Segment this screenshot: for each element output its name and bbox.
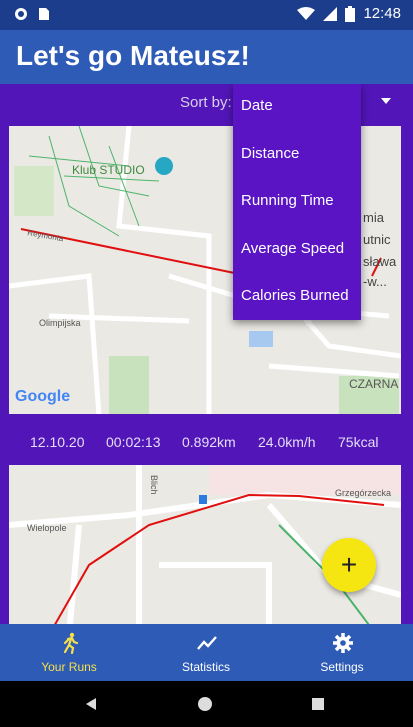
app-bar: Let's go Mateusz! bbox=[0, 30, 413, 84]
run-calories: 75kcal bbox=[338, 434, 379, 450]
sort-option-calories-burned[interactable]: Calories Burned bbox=[241, 287, 349, 304]
recents-icon[interactable] bbox=[311, 697, 325, 711]
page-title: Let's go Mateusz! bbox=[16, 40, 250, 71]
sort-label: Sort by: bbox=[180, 94, 232, 111]
circle-icon bbox=[15, 8, 27, 20]
nav-label: Statistics bbox=[181, 660, 230, 674]
street-label: Blich bbox=[149, 475, 159, 495]
battery-icon bbox=[345, 5, 356, 22]
run-distance: 0.892km bbox=[182, 434, 236, 450]
nav-your-runs[interactable]: Your Runs bbox=[0, 624, 138, 681]
sort-option-average-speed[interactable]: Average Speed bbox=[241, 240, 344, 257]
status-time: 12:48 bbox=[363, 5, 401, 22]
signal-icon bbox=[323, 6, 338, 21]
map-partial-label: sława bbox=[363, 254, 397, 269]
plus-icon: + bbox=[340, 549, 358, 580]
sort-option-running-time[interactable]: Running Time bbox=[241, 192, 334, 209]
street-label: Grzegórzecka bbox=[335, 488, 391, 498]
home-icon[interactable] bbox=[197, 696, 213, 712]
runner-icon bbox=[63, 632, 79, 654]
sim-icon bbox=[39, 8, 49, 20]
map-partial-label: -w... bbox=[363, 274, 387, 289]
nav-label: Settings bbox=[320, 660, 364, 674]
chart-icon bbox=[197, 636, 217, 650]
run-date: 12.10.20 bbox=[30, 434, 85, 450]
run-speed: 24.0km/h bbox=[258, 434, 316, 450]
nav-label: Your Runs bbox=[41, 660, 97, 674]
run-time: 00:02:13 bbox=[106, 434, 161, 450]
status-bar: 12:48 bbox=[0, 0, 413, 30]
poi-label: Klub STUDIO bbox=[72, 163, 145, 177]
add-run-button[interactable]: + bbox=[322, 538, 376, 592]
gear-icon bbox=[333, 633, 353, 653]
sort-option-distance[interactable]: Distance bbox=[241, 145, 299, 162]
map-partial-label: mia bbox=[363, 210, 385, 225]
nav-statistics[interactable]: Statistics bbox=[137, 624, 275, 681]
sort-option-date[interactable]: Date bbox=[241, 97, 273, 114]
bottom-nav: Your Runs Statistics Settings bbox=[0, 624, 413, 681]
district-label: CZARNA bbox=[349, 377, 398, 391]
wifi-icon bbox=[297, 6, 316, 20]
sort-dropdown-menu: Date Distance Running Time Average Speed… bbox=[233, 84, 361, 320]
nav-settings[interactable]: Settings bbox=[273, 624, 411, 681]
system-nav-bar bbox=[0, 681, 413, 727]
sort-dropdown-arrow-icon[interactable] bbox=[381, 98, 391, 104]
map-partial-label: utnic bbox=[363, 232, 391, 247]
google-logo: Google bbox=[15, 388, 71, 405]
back-icon[interactable] bbox=[84, 697, 98, 711]
run-stats-row[interactable]: 12.10.20 00:02:13 0.892km 24.0km/h 75kca… bbox=[0, 422, 413, 460]
street-label: Wielopole bbox=[27, 523, 67, 533]
street-label: Olimpijska bbox=[39, 318, 81, 328]
